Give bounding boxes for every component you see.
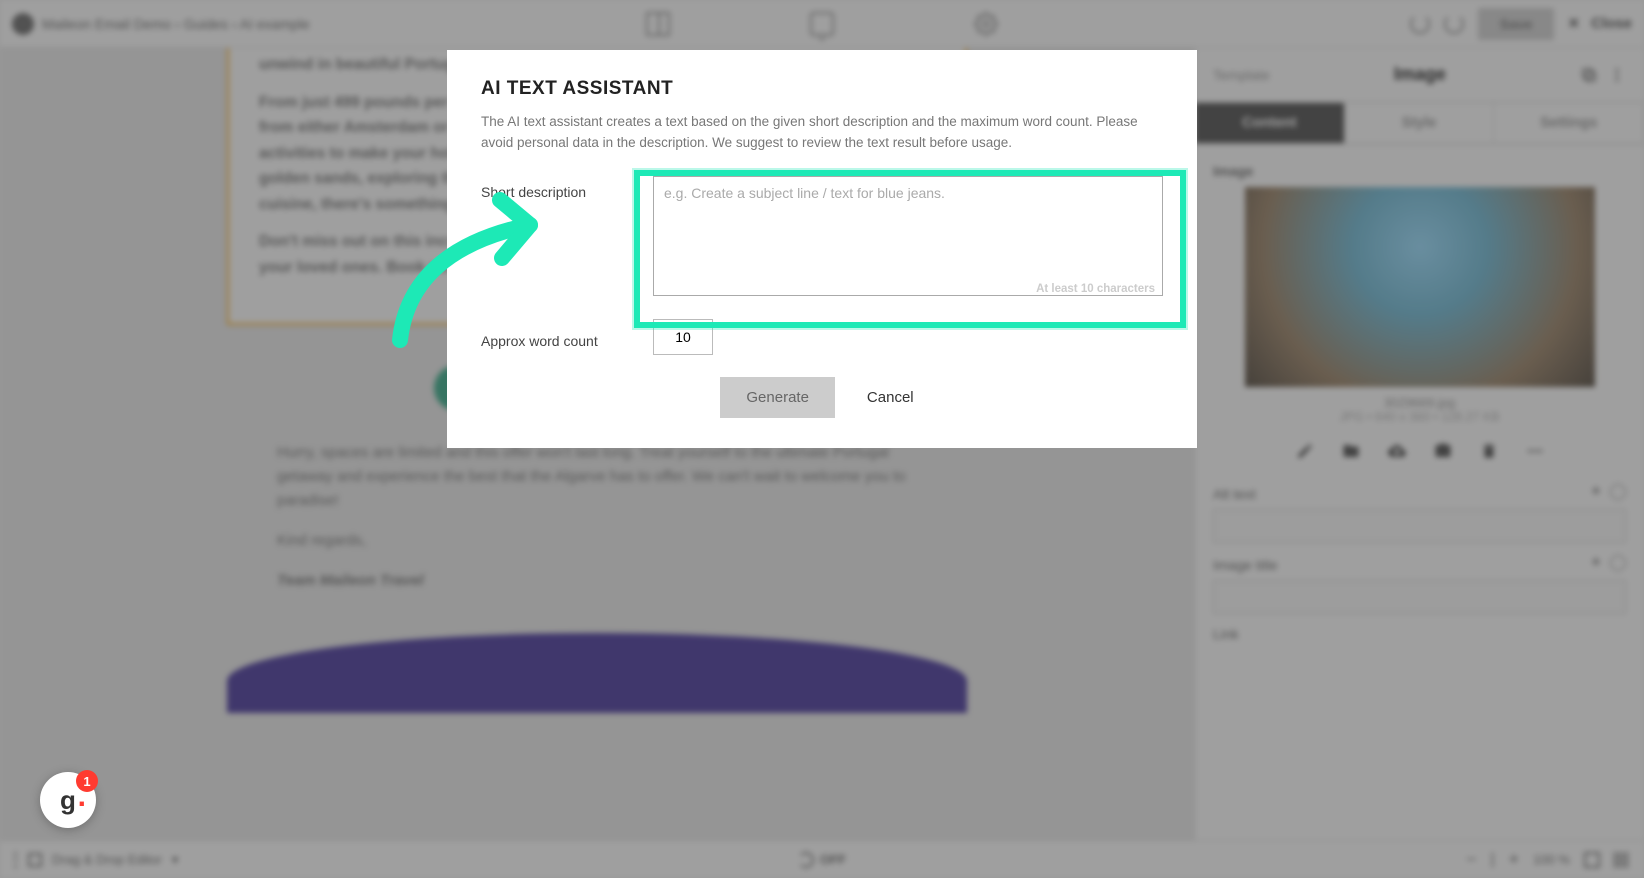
word-count-input[interactable]	[653, 319, 713, 355]
modal-help-text: The AI text assistant creates a text bas…	[481, 112, 1163, 154]
guru-logo-icon: g	[60, 785, 76, 816]
short-description-input[interactable]	[653, 176, 1163, 296]
ai-text-assistant-modal: AI TEXT ASSISTANT The AI text assistant …	[447, 50, 1197, 448]
modal-title: AI TEXT ASSISTANT	[481, 78, 1163, 100]
cancel-button[interactable]: Cancel	[857, 377, 924, 418]
notification-badge: 1	[76, 770, 98, 792]
word-count-label: Approx word count	[481, 325, 653, 349]
short-description-label: Short description	[481, 176, 653, 200]
help-widget-button[interactable]: g 1	[40, 772, 96, 828]
generate-button[interactable]: Generate	[720, 377, 835, 418]
